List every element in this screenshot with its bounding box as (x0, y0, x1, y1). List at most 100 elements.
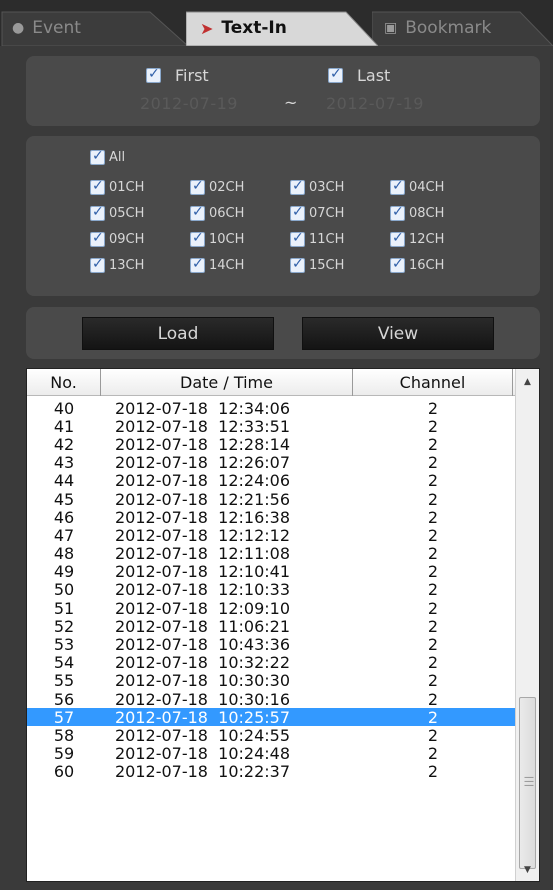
channel-label: 15CH (309, 258, 345, 273)
tab-bookmark[interactable]: ▣ Bookmark (372, 10, 553, 46)
cell-channel: 2 (427, 762, 439, 782)
cell-datetime: 2012-07-18 10:24:48 (115, 744, 291, 764)
cell-no: 43 (53, 453, 75, 473)
table-row[interactable]: 58 2012-07-18 10:24:55 2 (27, 725, 515, 745)
last-date-field[interactable]: 2012-07-19 (326, 94, 424, 113)
table-row[interactable]: 44 2012-07-18 12:24:06 2 (27, 471, 515, 490)
scroll-thumb[interactable]: — — — (519, 697, 536, 869)
table-row[interactable]: 49 2012-07-18 12:10:41 2 (27, 562, 515, 582)
cell-channel: 2 (427, 744, 439, 764)
cell-datetime: 2012-07-18 12:12:12 (115, 525, 291, 545)
cell-no: 57 (53, 707, 75, 727)
list-header: No. Date / Time Channel (27, 369, 515, 396)
cell-datetime: 2012-07-18 10:22:37 (115, 762, 291, 782)
text-in-list[interactable]: No. Date / Time Channel 40 2012-07-18 12:… (26, 368, 540, 882)
table-row[interactable]: 42 2012-07-18 12:28:14 2 (27, 434, 515, 454)
cell-channel: 2 (427, 453, 439, 473)
all-checkbox[interactable]: All (90, 148, 126, 165)
view-button[interactable]: View (302, 317, 494, 350)
table-row[interactable]: 51 2012-07-18 12:09:10 2 (27, 599, 515, 618)
channel-checkbox[interactable]: 14CH (190, 256, 245, 273)
first-checkbox[interactable]: First (146, 66, 209, 85)
vertical-scrollbar[interactable]: ▲ — — — ▼ (515, 369, 539, 881)
tab-text-in[interactable]: ➤ Text-In (186, 10, 378, 46)
table-row[interactable]: 57 2012-07-18 10:25:57 2 (27, 707, 515, 727)
channel-checkbox[interactable]: 13CH (90, 256, 145, 273)
check-icon (390, 204, 405, 221)
first-label: First (175, 66, 209, 85)
table-row[interactable]: 46 2012-07-18 12:16:38 2 (27, 507, 515, 527)
table-row[interactable]: 50 2012-07-18 12:10:33 2 (27, 580, 515, 600)
cell-datetime: 2012-07-18 10:43:36 (115, 635, 291, 655)
scroll-up-icon[interactable]: ▲ (516, 371, 539, 393)
channel-checkbox[interactable]: 03CH (290, 178, 344, 195)
channel-checkbox[interactable]: 11CH (290, 230, 344, 247)
channel-label: 02CH (209, 180, 245, 195)
channel-checkbox[interactable]: 02CH (190, 178, 245, 195)
cell-no: 60 (53, 762, 75, 782)
first-check-icon (146, 66, 161, 83)
channel-checkbox[interactable]: 10CH (190, 230, 244, 247)
table-row[interactable]: 55 2012-07-18 10:30:30 2 (27, 671, 515, 690)
check-icon (390, 178, 405, 195)
channel-label: 13CH (109, 258, 145, 273)
channel-checkbox[interactable]: 16CH (390, 256, 444, 273)
tab-event[interactable]: ● Event (0, 10, 190, 46)
tab-bar: ● Event ▣ Bookmark ➤ Text-In (0, 0, 553, 46)
cell-no: 48 (53, 544, 75, 564)
channel-checkbox[interactable]: 07CH (290, 204, 344, 221)
channel-label: 12CH (409, 232, 445, 247)
tab-event-label: Event (32, 18, 81, 38)
table-row[interactable]: 48 2012-07-18 12:11:08 2 (27, 544, 515, 564)
channel-checkbox[interactable]: 04CH (390, 178, 444, 195)
table-row[interactable]: 43 2012-07-18 12:26:07 2 (27, 453, 515, 473)
tab-text-in-label: Text-In (221, 18, 287, 38)
channel-checkbox[interactable]: 09CH (90, 230, 144, 247)
cell-channel: 2 (427, 544, 439, 564)
column-header-no[interactable]: No. (27, 369, 101, 396)
table-row[interactable]: 47 2012-07-18 12:12:12 2 (27, 525, 515, 545)
channel-checkbox[interactable]: 05CH (90, 204, 144, 221)
channel-checkbox[interactable]: 08CH (390, 204, 444, 221)
scroll-down-icon[interactable]: ▼ (516, 859, 539, 881)
cell-datetime: 2012-07-18 11:06:21 (115, 616, 291, 636)
channel-checkbox[interactable]: 06CH (190, 204, 244, 221)
table-row[interactable]: 52 2012-07-18 11:06:21 2 (27, 616, 515, 636)
cell-no: 42 (53, 434, 75, 454)
channel-checkbox[interactable]: 12CH (390, 230, 445, 247)
check-icon (90, 204, 105, 221)
table-row[interactable]: 41 2012-07-18 12:33:51 2 (27, 417, 515, 436)
first-date-field[interactable]: 2012-07-19 (140, 94, 238, 113)
list-rows: 40 2012-07-18 12:34:06 2 41 2012-07-18 12:33… (27, 399, 515, 781)
table-row[interactable]: 59 2012-07-18 10:24:48 2 (27, 744, 515, 764)
table-row[interactable]: 56 2012-07-18 10:30:16 2 (27, 689, 515, 709)
cell-datetime: 2012-07-18 12:26:07 (115, 453, 291, 473)
table-row[interactable]: 45 2012-07-18 12:21:56 2 (27, 489, 515, 509)
table-row[interactable]: 60 2012-07-18 10:22:37 2 (27, 762, 515, 782)
all-label: All (109, 150, 126, 165)
channel-label: 14CH (209, 258, 245, 273)
cell-channel: 2 (427, 635, 439, 655)
last-checkbox[interactable]: Last (328, 66, 390, 85)
cell-datetime: 2012-07-18 12:10:41 (115, 562, 291, 582)
cell-no: 56 (53, 689, 75, 709)
cell-channel: 2 (427, 580, 439, 600)
cell-no: 50 (53, 580, 75, 600)
channel-label: 01CH (109, 180, 145, 195)
channel-checkbox[interactable]: 01CH (90, 178, 145, 195)
last-label: Last (357, 66, 391, 85)
cell-no: 40 (53, 398, 75, 418)
cell-no: 45 (53, 489, 75, 509)
load-button[interactable]: Load (82, 317, 274, 350)
text-in-icon: ➤ (200, 18, 214, 38)
table-row[interactable]: 54 2012-07-18 10:32:22 2 (27, 653, 515, 672)
check-icon (390, 256, 405, 273)
cell-channel: 2 (427, 725, 439, 745)
table-row[interactable]: 53 2012-07-18 10:43:36 2 (27, 635, 515, 655)
column-header-datetime[interactable]: Date / Time (101, 369, 353, 396)
cell-no: 46 (53, 507, 75, 527)
column-header-channel[interactable]: Channel (353, 369, 513, 396)
channel-checkbox[interactable]: 15CH (290, 256, 345, 273)
table-row[interactable]: 40 2012-07-18 12:34:06 2 (27, 398, 515, 418)
event-icon: ● (12, 20, 25, 36)
